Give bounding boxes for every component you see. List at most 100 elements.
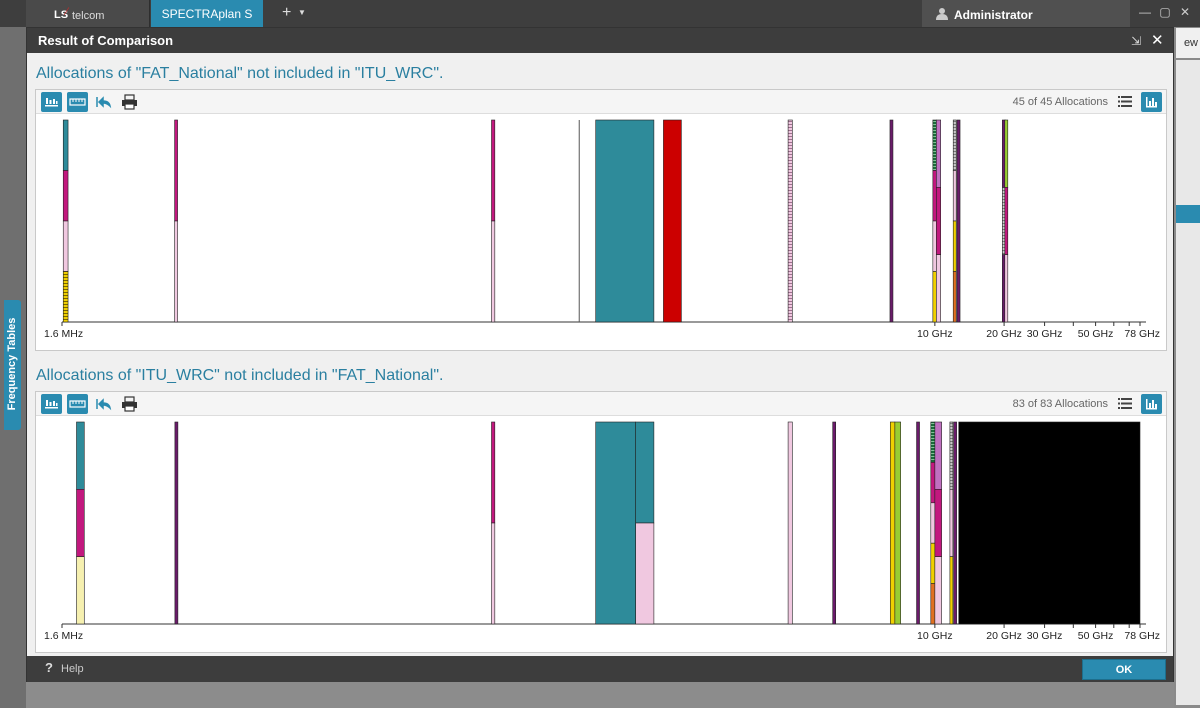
maximize-icon[interactable]: ▢ xyxy=(1158,5,1172,19)
allocation-band[interactable] xyxy=(595,421,636,625)
allocation-band[interactable] xyxy=(889,421,896,625)
allocation-segment xyxy=(936,254,941,323)
allocation-band[interactable] xyxy=(952,119,957,323)
x-tick-label: 78 GHz xyxy=(1124,630,1160,642)
allocation-band[interactable] xyxy=(930,421,936,625)
allocation-band[interactable] xyxy=(62,119,69,323)
allocation-band[interactable] xyxy=(953,421,957,625)
chart-view-icon[interactable] xyxy=(1141,92,1162,112)
chart-view-icon[interactable] xyxy=(1141,394,1162,414)
app-topbar: LS ∕ telcom SPECTRAplan S + ▼ Administra… xyxy=(0,0,1200,27)
allocation-band[interactable] xyxy=(889,119,894,323)
allocation-segment xyxy=(949,556,954,625)
undo-zoom-icon[interactable] xyxy=(93,92,114,112)
allocation-segment xyxy=(952,220,957,272)
allocation-band[interactable] xyxy=(949,421,954,625)
allocation-segment xyxy=(934,489,942,557)
close-icon[interactable]: ✕ xyxy=(1151,31,1164,49)
allocation-band[interactable] xyxy=(832,421,837,625)
allocation-segment xyxy=(949,421,954,490)
allocation-band[interactable] xyxy=(491,421,496,625)
allocation-band[interactable] xyxy=(916,421,920,625)
add-tab-button[interactable]: + xyxy=(282,4,291,22)
ruler-icon[interactable] xyxy=(67,394,88,414)
allocation-band[interactable] xyxy=(956,119,961,323)
allocation-band[interactable] xyxy=(1004,119,1009,323)
bar-chart-view-icon[interactable] xyxy=(41,92,62,112)
allocation-segment xyxy=(932,271,937,323)
allocation-segment xyxy=(930,421,936,463)
panel-2-title: Allocations of "ITU_WRC" not included in… xyxy=(36,367,444,384)
window-close-icon[interactable]: ✕ xyxy=(1178,5,1192,19)
print-icon[interactable] xyxy=(119,394,140,414)
logo-swoosh-icon: ∕ xyxy=(66,6,68,18)
allocation-segment xyxy=(174,421,179,625)
dialog-title: Result of Comparison xyxy=(38,33,174,48)
x-tick-label: 30 GHz xyxy=(1027,328,1063,340)
allocation-band[interactable] xyxy=(595,119,655,323)
user-icon xyxy=(936,8,948,20)
logo-tab[interactable]: LS ∕ telcom xyxy=(26,0,150,27)
allocation-band[interactable] xyxy=(932,119,937,323)
print-icon[interactable] xyxy=(119,92,140,112)
allocation-band[interactable] xyxy=(635,421,655,625)
list-view-icon[interactable] xyxy=(1118,95,1132,108)
allocation-segment xyxy=(949,489,954,557)
allocation-segment xyxy=(889,421,896,625)
x-tick-label: 1.6 MHz xyxy=(44,630,83,642)
allocation-segment xyxy=(930,502,936,544)
allocation-segment xyxy=(174,119,178,222)
allocation-segment xyxy=(936,119,941,188)
panel-1-title: Allocations of "FAT_National" not includ… xyxy=(36,65,444,82)
allocation-band[interactable] xyxy=(76,421,85,625)
ok-button[interactable]: OK xyxy=(1082,659,1166,680)
ruler-icon[interactable] xyxy=(67,92,88,112)
allocation-band[interactable] xyxy=(491,119,496,323)
allocation-segment xyxy=(635,421,655,524)
background-bottom-area xyxy=(26,682,1174,708)
allocation-segment xyxy=(916,421,920,625)
allocation-segment xyxy=(934,556,942,625)
list-view-icon[interactable] xyxy=(1118,397,1132,410)
background-accent-bar xyxy=(1176,205,1200,223)
allocation-segment xyxy=(76,421,85,490)
allocation-segment xyxy=(491,421,496,524)
undo-zoom-icon[interactable] xyxy=(93,394,114,414)
allocation-segment xyxy=(932,119,937,171)
allocation-plot-1[interactable]: 1.6 MHz 10 GHz 20 GHz 30 GHz 50 GHz 78 GHz xyxy=(36,115,1166,350)
allocation-band[interactable] xyxy=(894,421,901,625)
allocation-segment xyxy=(956,119,961,323)
allocation-segment xyxy=(76,489,85,557)
help-link[interactable]: Help xyxy=(61,663,84,675)
allocation-segment xyxy=(894,421,901,625)
help-icon[interactable]: ? xyxy=(45,660,53,675)
minimize-icon[interactable]: — xyxy=(1138,5,1152,19)
background-view-button[interactable]: ew xyxy=(1176,28,1200,58)
allocation-band[interactable] xyxy=(787,421,793,625)
panel-2: 83 of 83 Allocations 1.6 MHz 10 GHz 20 GHz… xyxy=(35,391,1167,653)
collapse-icon[interactable]: ⇲ xyxy=(1131,34,1141,48)
allocation-segment xyxy=(934,421,942,490)
allocation-band[interactable] xyxy=(958,421,1141,625)
allocation-segment xyxy=(663,119,682,323)
dialog-footer: ? Help OK xyxy=(27,656,1173,682)
allocation-band[interactable] xyxy=(787,119,793,323)
bar-chart-view-icon[interactable] xyxy=(41,394,62,414)
allocation-band[interactable] xyxy=(936,119,941,323)
allocation-band[interactable] xyxy=(663,119,682,323)
allocation-segment xyxy=(953,421,957,625)
allocation-segment xyxy=(952,170,957,222)
panel-1: 45 of 45 Allocations 1.6 MHz 10 GHz 20 GHz… xyxy=(35,89,1167,351)
chevron-down-icon[interactable]: ▼ xyxy=(298,8,306,17)
allocation-band[interactable] xyxy=(174,421,179,625)
panel-1-toolbar: 45 of 45 Allocations xyxy=(36,90,1166,114)
allocation-segment xyxy=(1004,119,1009,188)
x-tick-label: 20 GHz xyxy=(986,328,1022,340)
allocation-band[interactable] xyxy=(174,119,178,323)
allocation-segment xyxy=(936,187,941,255)
tab-spectraplan[interactable]: SPECTRAplan S xyxy=(151,0,263,27)
dialog-titlebar: Result of Comparison ⇲ ✕ xyxy=(27,28,1173,53)
allocation-segment xyxy=(1004,254,1009,323)
allocation-band[interactable] xyxy=(934,421,942,625)
allocation-plot-2[interactable]: 1.6 MHz 10 GHz 20 GHz 30 GHz 50 GHz 78 GHz xyxy=(36,417,1166,652)
